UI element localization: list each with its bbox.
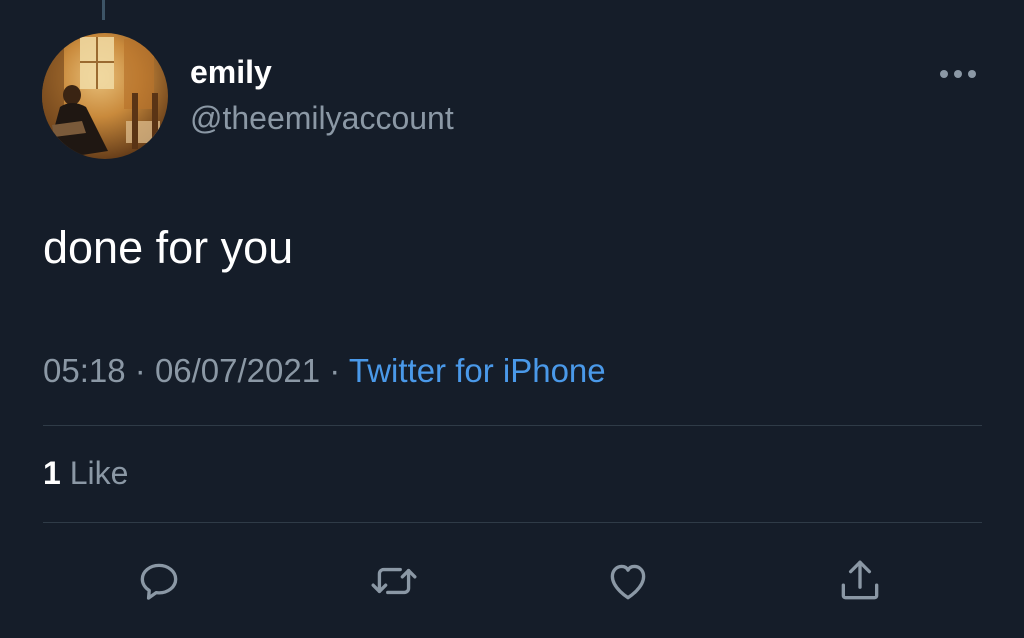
reply-button[interactable] [131, 553, 187, 609]
share-icon [841, 560, 879, 600]
thread-connector-line [102, 0, 105, 20]
tweet-text: done for you [43, 222, 294, 273]
more-options-button[interactable] [934, 60, 982, 88]
reply-icon [140, 563, 178, 600]
tweet-time[interactable]: 05:18 [43, 352, 126, 389]
divider [43, 425, 982, 426]
like-label: Like [69, 455, 129, 491]
more-icon [940, 70, 976, 78]
share-button[interactable] [832, 553, 888, 609]
tweet-detail: emily @theemilyaccount done for you 05:1… [0, 0, 1024, 638]
likes-count-link[interactable]: 1 Like [43, 453, 128, 493]
meta-separator: · [134, 352, 146, 389]
username-handle[interactable]: @theemilyaccount [190, 98, 454, 138]
like-button[interactable] [600, 553, 656, 609]
meta-separator: · [329, 352, 341, 389]
avatar[interactable] [42, 33, 168, 159]
retweet-button[interactable] [366, 553, 422, 609]
retweet-icon [371, 567, 417, 595]
display-name[interactable]: emily [190, 52, 272, 92]
divider [43, 522, 982, 523]
heart-icon [610, 564, 646, 600]
avatar-image [42, 33, 168, 159]
tweet-source-link[interactable]: Twitter for iPhone [349, 352, 606, 389]
tweet-date[interactable]: 06/07/2021 [155, 352, 320, 389]
tweet-metadata: 05:18 · 06/07/2021 · Twitter for iPhone [43, 350, 606, 392]
like-count: 1 [43, 455, 61, 491]
